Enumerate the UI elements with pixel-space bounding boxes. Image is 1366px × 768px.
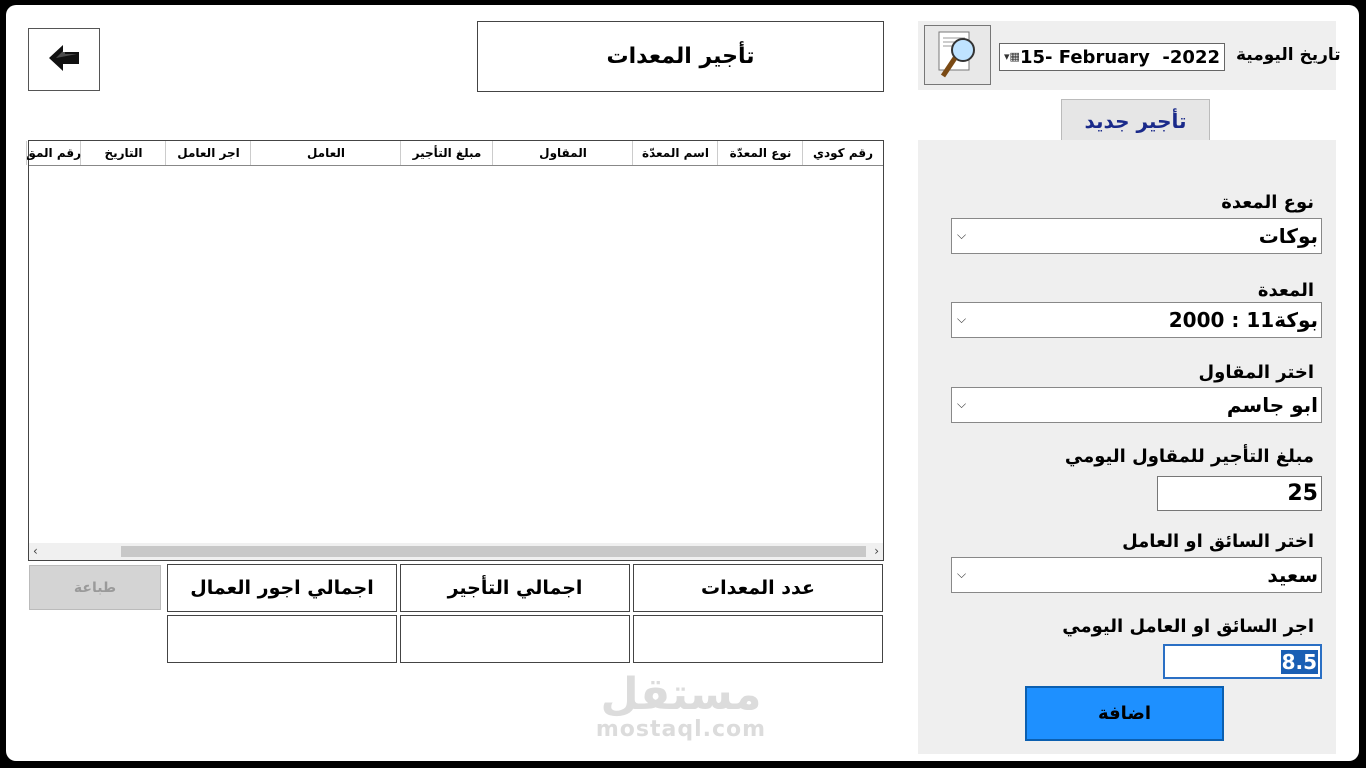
contractor-label: اختر المقاول [1198, 362, 1314, 383]
equipment-count-value [633, 615, 883, 663]
rental-amount-value: 25 [1287, 481, 1318, 506]
app-window: تأجير المعدات ▾▦ 15- February -2022 تاري… [6, 5, 1359, 761]
add-button[interactable]: اضافة [1025, 686, 1224, 741]
date-value: 15- February -2022 [1020, 47, 1220, 68]
equipment-type-label: نوع المعدة [1221, 192, 1314, 213]
page-title: تأجير المعدات [477, 21, 884, 92]
column-header[interactable]: اسم المعدّة [632, 141, 718, 165]
watermark-latin: mostaql.com [595, 717, 767, 742]
column-header[interactable]: مبلغ التأجير [400, 141, 493, 165]
column-header[interactable]: رقم كودي [802, 141, 883, 165]
worker-wage-input[interactable]: 8.5 [1163, 644, 1322, 679]
tab-new-rental[interactable]: تأجير جديد [1061, 99, 1210, 141]
equipment-count-label: عدد المعدات [633, 564, 883, 612]
chevron-down-icon: ⌵ [957, 312, 967, 326]
contractor-select[interactable]: ⌵ ابو جاسم [951, 387, 1322, 423]
rental-amount-label: مبلغ التأجير للمقاول اليومي [1064, 446, 1314, 467]
column-header[interactable]: العامل [250, 141, 401, 165]
table-header: رقم كودي نوع المعدّة اسم المعدّة المقاول… [26, 141, 883, 166]
scroll-right-icon[interactable]: › [874, 543, 879, 560]
equipment-type-select[interactable]: ⌵ بوكات [951, 218, 1322, 254]
column-header[interactable]: المقاول [492, 141, 633, 165]
magnifier-document-icon [925, 31, 990, 88]
watermark: مستقل mostaql.com [566, 669, 796, 743]
equipment-select[interactable]: ⌵ بوكة11 : 2000 [951, 302, 1322, 338]
total-wages-label: اجمالي اجور العمال [167, 564, 397, 612]
search-report-button[interactable] [924, 25, 991, 85]
chevron-down-icon: ⌵ [957, 228, 967, 242]
total-rental-label: اجمالي التأجير [400, 564, 630, 612]
calendar-dropdown-icon[interactable]: ▾▦ [1004, 50, 1020, 63]
column-header[interactable]: نوع المعدّة [717, 141, 803, 165]
total-wages-value [167, 615, 397, 663]
total-rental-value [400, 615, 630, 663]
date-label: تاريخ اليومية [1236, 45, 1341, 65]
worker-value: سعيد [1267, 563, 1318, 587]
rentals-table[interactable]: رقم كودي نوع المعدّة اسم المعدّة المقاول… [26, 140, 884, 561]
rental-amount-input[interactable]: 25 [1157, 476, 1322, 511]
arrow-left-icon [47, 43, 81, 77]
worker-select[interactable]: ⌵ سعيد [951, 557, 1322, 593]
column-header[interactable]: اجر العامل [165, 141, 251, 165]
column-header[interactable]: التاريخ [80, 141, 166, 165]
worker-wage-value: 8.5 [1280, 650, 1318, 674]
horizontal-scrollbar[interactable]: ‹ › [29, 543, 883, 560]
chevron-down-icon: ⌵ [957, 567, 967, 581]
equipment-label: المعدة [1257, 280, 1314, 301]
equipment-type-value: بوكات [1258, 224, 1318, 248]
back-button[interactable] [28, 28, 100, 91]
worker-label: اختر السائق او العامل [1122, 531, 1314, 552]
watermark-arabic: مستقل [600, 669, 762, 720]
equipment-value: بوكة11 : 2000 [1168, 308, 1318, 332]
print-button[interactable]: طباعة [29, 565, 161, 610]
worker-wage-label: اجر السائق او العامل اليومي [1062, 616, 1314, 637]
scroll-left-icon[interactable]: ‹ [33, 543, 38, 560]
scrollbar-thumb[interactable] [121, 546, 866, 557]
column-header[interactable]: رقم المق [26, 141, 81, 165]
chevron-down-icon: ⌵ [957, 397, 967, 411]
contractor-value: ابو جاسم [1226, 393, 1318, 417]
date-picker[interactable]: ▾▦ 15- February -2022 [999, 43, 1225, 71]
